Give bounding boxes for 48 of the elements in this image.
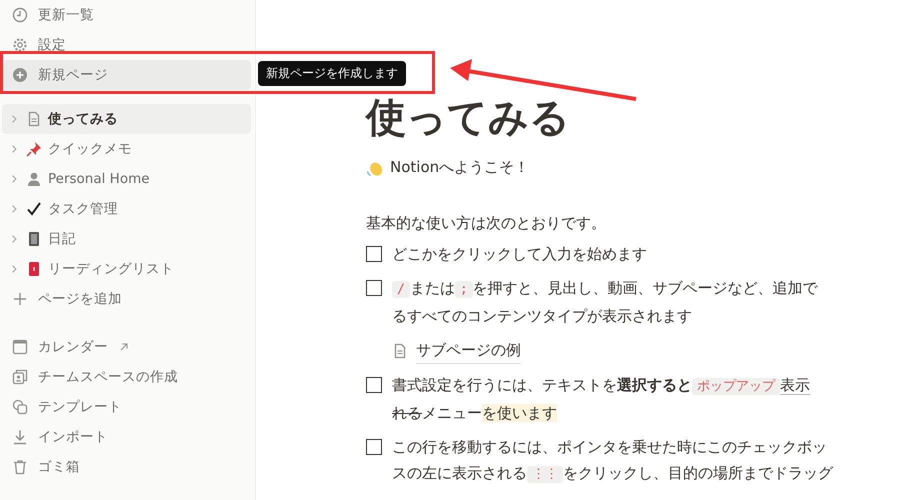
welcome-text: Notionへようこそ！	[390, 158, 530, 177]
page-item[interactable]: リーディングリスト	[2, 254, 251, 284]
download-icon	[12, 429, 28, 445]
intro-text: 基本的な使い方は次のとおりです。	[366, 213, 607, 234]
document-icon	[26, 111, 42, 127]
sidebar-item[interactable]: 新規ページ	[2, 60, 251, 90]
notebook-icon	[26, 231, 42, 247]
sidebar-item[interactable]: チームスペースの作成	[2, 362, 251, 392]
add-page-button[interactable]: ページを追加	[2, 284, 251, 314]
checkbox[interactable]	[366, 246, 382, 262]
page-item[interactable]: 日記	[2, 224, 251, 254]
checkbox[interactable]	[366, 377, 382, 393]
todo-text: / または ; を押すと、見出し、動画、サブページなど、追加で	[392, 275, 818, 303]
plus-icon	[12, 291, 28, 307]
pin-icon	[26, 141, 42, 157]
todo-text: 書式設定を行うには、テキストを選択すると ポップアップ 表示	[392, 375, 810, 397]
todo-text: るすべてのコンテンツタイプが表示されます	[392, 306, 693, 327]
sidebar-item[interactable]: 設定	[2, 30, 251, 60]
page-item[interactable]: クイックメモ	[2, 134, 251, 164]
check-mark-icon	[26, 201, 42, 217]
todo-text: どこかをクリックして入力を始めます	[392, 244, 647, 265]
person-icon	[26, 171, 42, 187]
settings-icon	[12, 37, 28, 53]
plus-circle-icon	[12, 67, 28, 83]
page-title: 使ってみる	[366, 94, 571, 143]
team-card-icon	[12, 369, 28, 385]
tooltip: 新規ページを作成します	[258, 61, 406, 86]
sidebar-item[interactable]: 更新一覧	[2, 0, 251, 30]
sidebar-item[interactable]: テンプレート	[2, 392, 251, 422]
sidebar-item[interactable]: ゴミ箱	[2, 452, 251, 482]
book-icon	[26, 261, 42, 277]
todo-text: れる メニューを使います	[392, 403, 558, 424]
trash-icon	[12, 459, 28, 475]
todo-text: スの左に表示される ⋮⋮ をクリックし、目的の場所までドラッグ	[392, 463, 833, 485]
document-icon	[392, 342, 408, 358]
calendar-icon	[12, 339, 28, 355]
checkbox[interactable]	[366, 280, 382, 296]
external-link-icon	[118, 341, 130, 353]
subpage-link[interactable]: サブページの例	[416, 337, 521, 364]
page-item[interactable]: タスク管理	[2, 194, 251, 224]
sidebar-item[interactable]: インポート	[2, 422, 251, 452]
sidebar-item[interactable]: カレンダー	[2, 332, 251, 362]
shapes-icon	[12, 399, 28, 415]
page-item[interactable]: 使ってみる	[2, 104, 251, 134]
clock-icon	[12, 7, 28, 23]
page-item[interactable]: Personal Home	[2, 164, 251, 194]
checkbox[interactable]	[366, 439, 382, 455]
todo-text: この行を移動するには、ポインタを乗せた時にこのチェックボッ	[392, 437, 828, 458]
